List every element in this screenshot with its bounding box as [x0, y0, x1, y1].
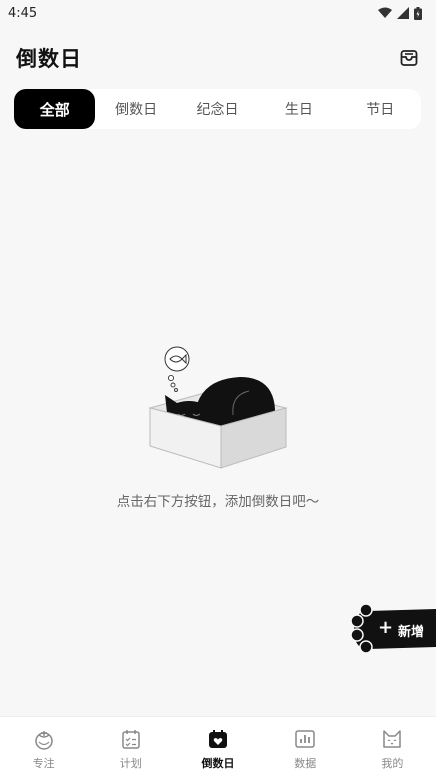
- tab-festival[interactable]: 节日: [340, 89, 421, 129]
- nav-label: 计划: [119, 757, 142, 770]
- nav-item-focus[interactable]: 专注: [0, 717, 87, 775]
- tab-label: 生日: [284, 102, 313, 118]
- add-button-label: 新增: [398, 625, 425, 640]
- tab-label: 节日: [366, 102, 395, 118]
- page-title: 倒数日: [16, 47, 82, 71]
- nav-label: 专注: [32, 757, 55, 770]
- tab-label: 纪念日: [196, 102, 239, 118]
- calendar-heart-icon: [209, 730, 227, 748]
- header: 倒数日: [0, 40, 436, 76]
- nav-label: 倒数日: [201, 757, 235, 770]
- nav-item-mine[interactable]: 我的: [349, 717, 436, 775]
- signal-icon: [397, 7, 409, 19]
- empty-state-message: 点击右下方按钮，添加倒数日吧～: [116, 494, 320, 510]
- nav-item-countdown[interactable]: 倒数日: [174, 717, 261, 775]
- tab-birthday[interactable]: 生日: [258, 89, 339, 129]
- tab-countdown[interactable]: 倒数日: [95, 89, 176, 129]
- nav-item-data[interactable]: 数据: [262, 717, 349, 775]
- wifi-icon: [378, 7, 392, 18]
- status-time: 4:45: [8, 5, 38, 21]
- nav-label: 数据: [294, 757, 317, 770]
- plus-icon: +: [378, 617, 394, 638]
- tab-label: 倒数日: [115, 102, 158, 118]
- sleeping-cat-illustration: [148, 346, 288, 469]
- archive-button[interactable]: [398, 47, 420, 69]
- tab-all[interactable]: 全部: [14, 89, 96, 129]
- calendar-check-icon: [122, 730, 140, 749]
- nav-item-plan[interactable]: 计划: [87, 717, 174, 775]
- archive-box-icon: [400, 50, 418, 66]
- nav-label: 我的: [381, 757, 404, 770]
- category-tabs: 全部 倒数日 纪念日 生日 节日: [14, 89, 421, 129]
- tomato-icon: [34, 731, 53, 750]
- cat-face-icon: [383, 730, 402, 748]
- tab-anniversary[interactable]: 纪念日: [177, 89, 258, 129]
- status-icons: [378, 6, 422, 20]
- battery-icon: [414, 6, 422, 20]
- tab-label: 全部: [39, 100, 70, 119]
- bottom-nav: 专注 计划 倒数日 数据 我的: [0, 716, 436, 775]
- bar-chart-icon: [295, 730, 315, 748]
- status-bar: 4:45: [0, 0, 436, 26]
